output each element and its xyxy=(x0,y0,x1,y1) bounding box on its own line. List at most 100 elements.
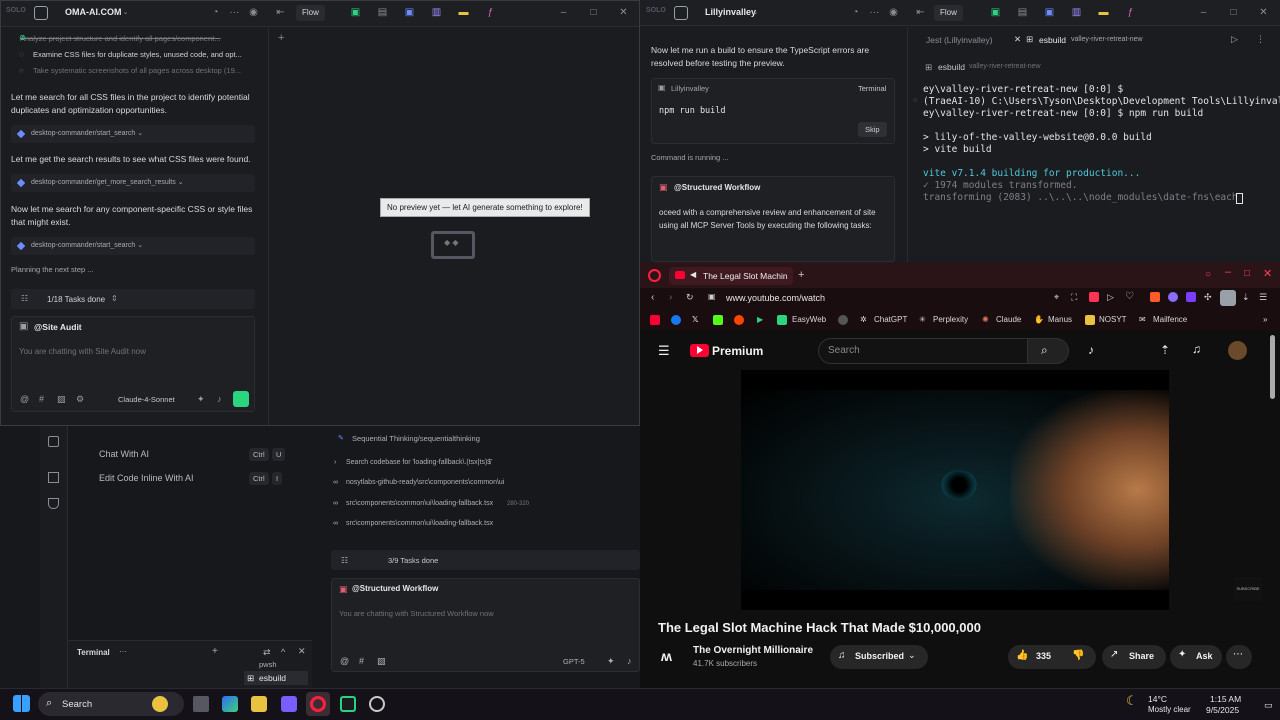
history-icon[interactable]: ◔ xyxy=(850,7,861,18)
browser-view-icon[interactable]: ▣ xyxy=(404,7,415,18)
command-edit-inline[interactable]: Edit Code Inline With AI xyxy=(99,473,194,483)
rumble-bookmark-icon[interactable]: ▶ xyxy=(757,315,763,324)
result-path[interactable]: src\components\common\ui\loading-fallbac… xyxy=(346,500,493,507)
scrollbar[interactable] xyxy=(1270,335,1275,399)
result-path[interactable]: nosytlabs-github-ready\src\components\co… xyxy=(346,479,504,486)
minimize-icon[interactable]: – xyxy=(1225,266,1231,278)
folder-view-icon[interactable]: ▬ xyxy=(1098,7,1109,18)
tool-call-chip[interactable]: desktop-commander/start_search ⌄ xyxy=(11,237,255,255)
figma-view-icon[interactable]: ƒ xyxy=(1125,7,1136,18)
video-player[interactable] xyxy=(741,370,1169,610)
command-chat-with-ai[interactable]: Chat With AI xyxy=(99,449,149,459)
image-icon[interactable]: ▨ xyxy=(57,394,66,405)
collapse-icon[interactable]: ⇤ xyxy=(275,7,286,18)
extension-icon[interactable] xyxy=(1168,292,1178,302)
close-icon[interactable]: ✕ xyxy=(1258,7,1269,18)
sparkle-icon[interactable]: ✦ xyxy=(197,394,205,405)
add-terminal-icon[interactable]: + xyxy=(212,646,218,657)
facebook-bookmark-icon[interactable] xyxy=(671,315,681,325)
extension-icon[interactable] xyxy=(1186,292,1196,302)
at-icon[interactable]: @ xyxy=(340,656,349,666)
send-button[interactable] xyxy=(233,391,249,407)
hamburger-menu-icon[interactable]: ☰ xyxy=(658,343,670,359)
tasks-progress-bar[interactable] xyxy=(331,550,640,570)
weather-icon[interactable]: ☾ xyxy=(1126,693,1138,709)
maximize-icon[interactable]: □ xyxy=(588,7,599,18)
download-icon[interactable]: ⇣ xyxy=(1242,292,1250,303)
youtube-premium-label[interactable]: Premium xyxy=(712,344,763,358)
close-icon[interactable]: ✕ xyxy=(1014,34,1021,45)
terminal-tab-jest[interactable]: Jest (Lillyinvalley) xyxy=(926,35,993,45)
extension-icon[interactable] xyxy=(1150,292,1160,302)
expand-icon[interactable]: ⇕ xyxy=(111,294,118,303)
forward-icon[interactable]: › xyxy=(669,292,672,303)
figma-view-icon[interactable]: ƒ xyxy=(485,7,496,18)
reddit-bookmark-icon[interactable] xyxy=(734,315,744,325)
trae-icon[interactable] xyxy=(340,696,356,712)
mic-icon[interactable]: ♪ xyxy=(1088,343,1094,357)
folder-view-icon[interactable]: ▬ xyxy=(458,7,469,18)
subscribe-watermark[interactable]: SUBSCRIBE xyxy=(1234,577,1262,601)
new-tab-icon[interactable]: + xyxy=(798,269,804,281)
close-icon[interactable]: ✕ xyxy=(298,646,306,657)
add-tab-icon[interactable]: + xyxy=(278,32,284,44)
search-button[interactable] xyxy=(1027,338,1069,364)
puzzle-icon[interactable]: ✣ xyxy=(1204,292,1212,303)
close-icon[interactable]: ✕ xyxy=(1263,267,1272,280)
terminal-tab[interactable]: Terminal xyxy=(77,648,110,657)
search-tabs-icon[interactable]: ○ xyxy=(1205,269,1211,280)
terminal-item-esbuild[interactable]: esbuild xyxy=(259,673,286,683)
upload-icon[interactable]: ⇡ xyxy=(1160,343,1170,357)
user-icon[interactable]: ◉ xyxy=(248,7,259,18)
notification-center-icon[interactable]: ▭ xyxy=(1264,700,1273,711)
terminal-view-icon[interactable]: ▣ xyxy=(350,7,361,18)
copilot-icon[interactable] xyxy=(222,696,238,712)
history-icon[interactable]: ◔ xyxy=(210,7,221,18)
pin-icon[interactable]: ⌖ xyxy=(1054,292,1059,303)
clock-time[interactable]: 1:15 AM xyxy=(1210,694,1241,704)
bookmark-mailfence[interactable]: Mailfence xyxy=(1153,315,1187,324)
clock-date[interactable]: 9/5/2025 xyxy=(1206,705,1239,715)
dislike-icon[interactable]: 👎 xyxy=(1072,650,1084,661)
close-icon[interactable]: ✕ xyxy=(618,7,629,18)
mic-icon[interactable]: ♪ xyxy=(217,394,222,404)
composer-text[interactable]: oceed with a comprehensive review and en… xyxy=(659,206,889,232)
composer-placeholder[interactable]: You are chatting with Structured Workflo… xyxy=(339,609,494,618)
more-icon[interactable]: ⋮ xyxy=(1256,34,1265,45)
chevron-down-icon[interactable]: ⌄ xyxy=(120,7,131,18)
avatar[interactable] xyxy=(1228,341,1247,360)
more-bookmarks-icon[interactable]: » xyxy=(1263,315,1267,324)
heart-icon[interactable]: ♡ xyxy=(1125,291,1134,302)
opera-logo-icon[interactable] xyxy=(648,269,661,282)
bookmark-nosyt[interactable]: NOSYT xyxy=(1099,315,1127,324)
channel-name[interactable]: The Overnight Millionaire xyxy=(693,645,813,656)
split-icon[interactable]: ⇄ xyxy=(263,647,271,658)
more-icon[interactable]: ··· xyxy=(119,647,127,656)
x-bookmark-icon[interactable]: 𝕏 xyxy=(692,315,698,324)
window-title[interactable]: OMA-AI.COM xyxy=(65,7,122,17)
terminal-view-icon[interactable]: ▣ xyxy=(990,7,1001,18)
flask-icon[interactable] xyxy=(48,498,59,509)
like-icon[interactable]: 👍 xyxy=(1016,650,1028,661)
terminal-item-pwsh[interactable]: pwsh xyxy=(259,660,277,669)
profile-avatar[interactable] xyxy=(1220,290,1236,306)
opera-icon[interactable] xyxy=(310,696,326,712)
like-count[interactable]: 335 xyxy=(1036,651,1051,661)
windows-start-icon[interactable] xyxy=(13,695,30,712)
more-icon[interactable]: ··· xyxy=(229,7,240,18)
bookmark-perplexity[interactable]: Perplexity xyxy=(933,315,968,324)
shield-icon[interactable] xyxy=(1089,292,1099,302)
collapse-icon[interactable]: ⇤ xyxy=(915,7,926,18)
maximize-icon[interactable]: □ xyxy=(1228,7,1239,18)
editor-view-icon[interactable]: ▤ xyxy=(377,7,388,18)
docs-view-icon[interactable]: ▥ xyxy=(1071,7,1082,18)
terminal-tab-esbuild[interactable]: esbuild xyxy=(1039,35,1066,45)
file-explorer-icon[interactable] xyxy=(251,696,267,712)
maximize-icon[interactable]: □ xyxy=(1244,268,1250,279)
chevron-down-icon[interactable]: ⌄ xyxy=(750,7,761,18)
window-title[interactable]: Lillyinvalley xyxy=(705,7,756,17)
model-select[interactable]: GPT-5 xyxy=(563,657,585,666)
minimize-icon[interactable]: – xyxy=(558,7,569,18)
flow-button[interactable]: Flow xyxy=(296,5,325,21)
play-icon[interactable]: ▷ xyxy=(1107,292,1114,303)
